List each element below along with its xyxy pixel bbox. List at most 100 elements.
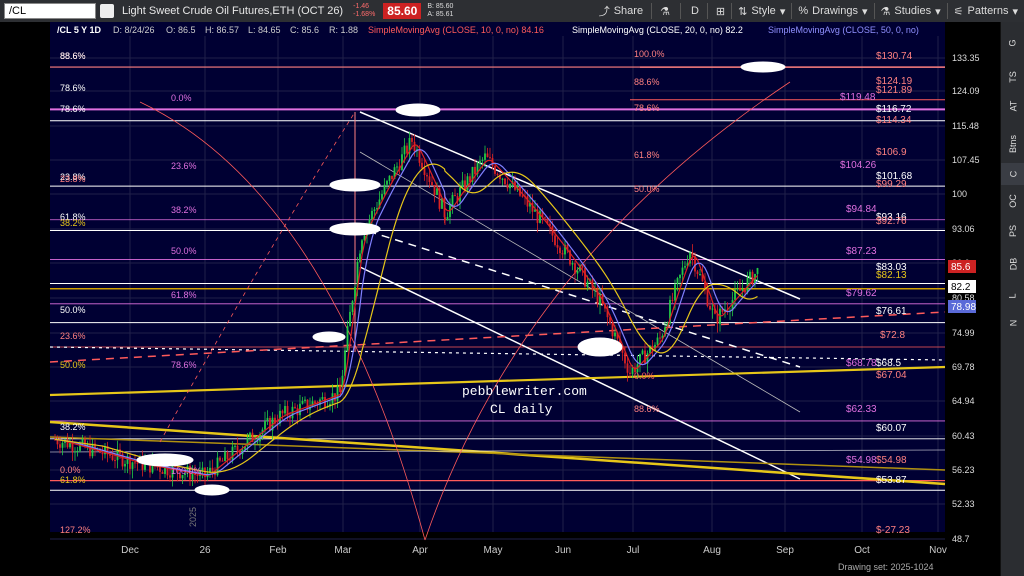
left-gutter: [0, 22, 50, 532]
beaker-icon[interactable]: ⚗: [660, 5, 670, 18]
candle-body: [266, 417, 269, 421]
right-tab-btns[interactable]: Btns: [1001, 128, 1024, 160]
studies-button[interactable]: ⚗ Studies ▾: [881, 5, 941, 18]
timeframe-button[interactable]: D: [691, 5, 699, 17]
level-label: $60.07: [876, 423, 907, 434]
header-range: R: 1.88: [329, 25, 358, 35]
candle-body: [584, 267, 586, 287]
level-label: $119.48: [840, 92, 876, 103]
candle-body: [381, 194, 383, 200]
level-label: $130.74: [876, 51, 913, 62]
candle-body: [294, 406, 296, 409]
candle-body: [304, 399, 306, 401]
style-button[interactable]: ⇅ Style ▾: [738, 5, 785, 18]
fib-label-left: 0.0%: [60, 465, 81, 475]
fib-label-right: 61.8%: [634, 150, 660, 160]
candle-body: [741, 288, 744, 291]
chart-header: /CL 5 Y 1D D: 8/24/26 O: 86.5 H: 86.57 L…: [50, 23, 919, 36]
candle-body: [349, 311, 351, 327]
candle-body: [413, 141, 416, 152]
patterns-label: Patterns: [967, 5, 1009, 17]
fib-label-left: 23.6%: [60, 331, 86, 341]
candle-body: [461, 180, 464, 188]
fib-label-left: 127.2%: [60, 525, 91, 535]
level-label: $114.34: [876, 115, 912, 126]
right-tab-l[interactable]: L: [1001, 285, 1024, 307]
fib-label-left: 50.0%: [60, 360, 86, 370]
candle-body: [696, 271, 699, 275]
right-tab-oc[interactable]: OC: [1001, 190, 1024, 212]
header-open: O: 86.5: [166, 25, 196, 35]
candle-body: [739, 288, 741, 291]
right-tab-at[interactable]: AT: [1001, 95, 1024, 117]
right-tab-c[interactable]: C: [1001, 163, 1024, 185]
price-tick: 115.48: [952, 121, 979, 131]
candle-body: [624, 352, 626, 364]
price-tick: 124.09: [952, 86, 980, 96]
footer: Drawing set: 2025-1024: [838, 562, 934, 572]
candle-body: [436, 188, 438, 195]
grid-icon[interactable]: ⊞: [716, 5, 725, 18]
candle-body: [249, 432, 251, 438]
level-label: $76.61: [876, 306, 907, 317]
candle-body: [406, 145, 408, 154]
level-label: $104.26: [840, 160, 877, 171]
right-tab-label: N: [1008, 319, 1018, 327]
candle-body: [131, 462, 134, 469]
level-label: $72.8: [880, 330, 905, 341]
candle-body: [454, 194, 456, 197]
chevron-down-icon: ▾: [1012, 5, 1018, 18]
candle-body: [556, 245, 559, 248]
right-tab-g[interactable]: G: [1001, 32, 1024, 54]
highlight-ellipse: [329, 178, 381, 192]
candle-body: [481, 159, 484, 161]
candle-body: [644, 350, 646, 364]
last-price: 85.60: [383, 3, 422, 19]
candle-body: [574, 263, 576, 274]
candle-body: [269, 417, 271, 431]
candle-body: [554, 235, 556, 246]
candle-body: [226, 451, 229, 460]
right-tab-n[interactable]: N: [1001, 312, 1024, 334]
right-tab-ps[interactable]: PS: [1001, 220, 1024, 242]
candle-body: [676, 278, 679, 285]
candle-body: [281, 410, 284, 414]
candle-body: [736, 288, 739, 290]
patterns-button[interactable]: ⚟ Patterns ▾: [954, 5, 1018, 18]
highlight-ellipse: [194, 484, 230, 496]
price-tick: 48.7: [952, 534, 970, 544]
candle-body: [89, 443, 91, 457]
candle-body: [681, 267, 684, 275]
price-chart[interactable]: 88.6%88.6%78.6%78.6%23.8%23.8%61.8%38.2%…: [0, 22, 1000, 576]
candle-body: [656, 337, 659, 345]
candle-body: [426, 174, 428, 177]
candle-body: [224, 451, 226, 462]
candle-body: [201, 467, 204, 471]
right-tab-label: DB: [1007, 257, 1018, 271]
symbol-input[interactable]: /CL: [4, 3, 96, 19]
right-tab-ts[interactable]: TS: [1001, 66, 1024, 88]
candle-body: [264, 420, 266, 430]
candle-body: [339, 386, 341, 393]
price-tick: 69.78: [952, 362, 975, 372]
time-tick: Jun: [555, 545, 571, 556]
fib-label-left: 50.0%: [60, 305, 86, 315]
fib-label-right: 50.0%: [634, 184, 660, 194]
right-tab-label: C: [1008, 170, 1018, 178]
watermark-line1: pebblewriter.com: [462, 384, 587, 399]
symbol-text: /CL: [9, 5, 27, 17]
drawings-button[interactable]: % Drawings ▾: [798, 5, 867, 18]
time-tick: 26: [199, 545, 211, 556]
price-tag-label: 82.2: [951, 282, 971, 293]
share-button[interactable]: ⤴ Share: [599, 3, 643, 19]
candle-body: [521, 195, 524, 197]
candle-body: [679, 274, 681, 279]
level-label: $-27.23: [876, 525, 910, 536]
right-tab-db[interactable]: DB: [1001, 253, 1024, 275]
candle-body: [371, 210, 373, 220]
symbol-menu-icon[interactable]: [100, 4, 114, 18]
candle-body: [76, 450, 79, 452]
fib-label-right: 0.0%: [634, 371, 655, 381]
candle-body: [711, 308, 714, 310]
candle-body: [509, 184, 511, 189]
